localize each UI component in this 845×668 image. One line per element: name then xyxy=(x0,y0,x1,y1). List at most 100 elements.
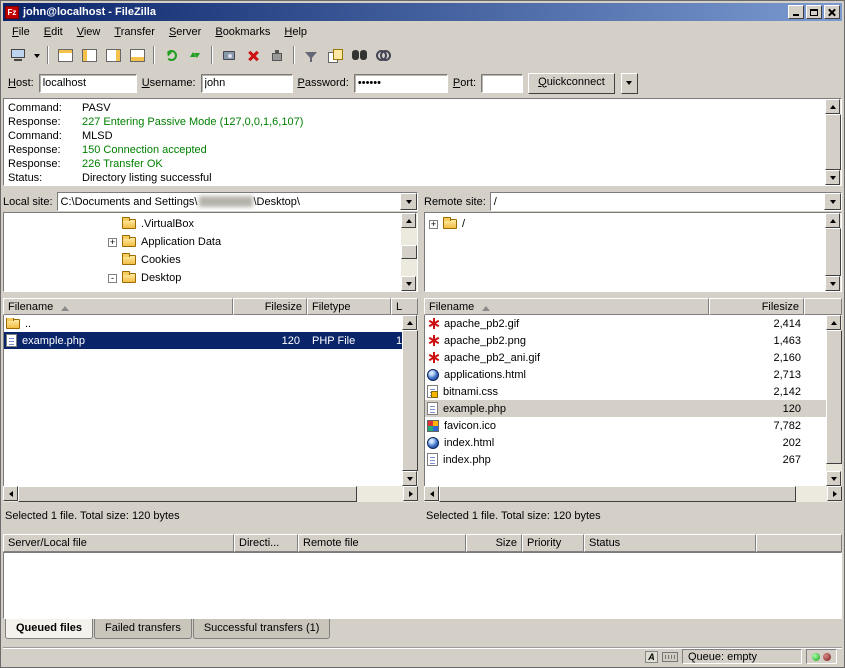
list-item-selected[interactable]: example.php 120 PHP File 1 xyxy=(4,332,402,349)
list-item[interactable]: index.html202 xyxy=(425,434,826,451)
scroll-left-button[interactable] xyxy=(3,486,18,501)
tree-item[interactable]: -Desktop xyxy=(4,269,401,287)
local-horizontal-scrollbar[interactable] xyxy=(3,486,418,502)
toggle-queue-button[interactable] xyxy=(125,44,149,66)
column-filesize[interactable]: Filesize xyxy=(709,298,804,315)
directory-compare-button[interactable] xyxy=(323,44,347,66)
menu-bookmarks[interactable]: Bookmarks xyxy=(208,23,277,41)
scroll-left-button[interactable] xyxy=(424,486,439,501)
tree-item[interactable]: .VirtualBox xyxy=(4,215,401,233)
scroll-track[interactable] xyxy=(439,486,827,502)
toggle-local-tree-button[interactable] xyxy=(77,44,101,66)
scroll-thumb[interactable] xyxy=(825,228,841,276)
list-item[interactable]: favicon.ico7,782 xyxy=(425,417,826,434)
local-site-dropdown[interactable] xyxy=(400,193,417,210)
menu-edit[interactable]: Edit xyxy=(37,23,70,41)
toggle-remote-tree-button[interactable] xyxy=(101,44,125,66)
column-filename[interactable]: Filename xyxy=(3,298,233,315)
column-filetype[interactable]: Filetype xyxy=(307,298,391,315)
scroll-down-button[interactable] xyxy=(402,471,417,486)
reconnect-button[interactable] xyxy=(183,44,207,66)
menu-view[interactable]: View xyxy=(70,23,108,41)
scroll-down-button[interactable] xyxy=(826,471,841,486)
port-input[interactable] xyxy=(481,74,523,93)
remote-site-combo[interactable]: / xyxy=(490,192,842,211)
tab-queued-files[interactable]: Queued files xyxy=(5,619,93,639)
tree-item[interactable]: +/ xyxy=(425,215,825,233)
column-remote-file[interactable]: Remote file xyxy=(298,534,466,552)
column-status[interactable]: Status xyxy=(584,534,756,552)
scroll-up-button[interactable] xyxy=(825,99,840,114)
site-manager-button[interactable] xyxy=(6,44,30,66)
column-priority[interactable]: Priority xyxy=(522,534,584,552)
disconnect-button[interactable] xyxy=(265,44,289,66)
expand-icon[interactable]: + xyxy=(108,238,117,247)
queue-list[interactable] xyxy=(3,552,842,619)
list-item[interactable]: .. xyxy=(4,315,402,332)
remote-list-scrollbar[interactable] xyxy=(826,315,842,486)
remote-site-dropdown[interactable] xyxy=(824,193,841,210)
scroll-thumb[interactable] xyxy=(401,245,417,259)
remote-tree-scrollbar[interactable] xyxy=(825,213,841,291)
scroll-track[interactable] xyxy=(401,228,417,276)
close-button[interactable] xyxy=(824,5,840,19)
scroll-right-button[interactable] xyxy=(403,486,418,501)
maximize-button[interactable] xyxy=(806,5,822,19)
titlebar[interactable]: Fz john@localhost - FileZilla xyxy=(3,3,842,21)
list-item[interactable]: apache_pb2.gif2,414 xyxy=(425,315,826,332)
scroll-thumb[interactable] xyxy=(825,114,841,170)
log-vertical-scrollbar[interactable] xyxy=(825,99,841,185)
scroll-up-button[interactable] xyxy=(825,213,840,228)
list-item[interactable]: applications.html2,713 xyxy=(425,366,826,383)
tab-successful-transfers[interactable]: Successful transfers (1) xyxy=(193,619,331,639)
collapse-icon[interactable]: - xyxy=(108,274,117,283)
refresh-button[interactable] xyxy=(159,44,183,66)
list-item-selected[interactable]: example.php120 xyxy=(425,400,826,417)
column-filesize[interactable]: Filesize xyxy=(233,298,307,315)
menu-server[interactable]: Server xyxy=(162,23,208,41)
site-manager-dropdown[interactable] xyxy=(30,44,43,66)
menu-transfer[interactable]: Transfer xyxy=(107,23,162,41)
username-input[interactable] xyxy=(201,74,293,93)
sync-browsing-button[interactable] xyxy=(371,44,395,66)
scroll-right-button[interactable] xyxy=(827,486,842,501)
filter-button[interactable] xyxy=(299,44,323,66)
datatype-indicator-icon[interactable] xyxy=(645,651,658,663)
expand-icon[interactable]: + xyxy=(429,220,438,229)
scroll-up-button[interactable] xyxy=(402,315,417,330)
scroll-up-button[interactable] xyxy=(826,315,841,330)
list-item[interactable]: apache_pb2.png1,463 xyxy=(425,332,826,349)
quickconnect-button[interactable]: Quickconnect xyxy=(528,73,615,94)
scroll-track[interactable] xyxy=(825,114,841,170)
list-item[interactable]: bitnami.css2,142 xyxy=(425,383,826,400)
scroll-thumb[interactable] xyxy=(18,486,357,502)
password-input[interactable] xyxy=(354,74,448,93)
scroll-track[interactable] xyxy=(826,330,842,471)
scroll-down-button[interactable] xyxy=(401,276,416,291)
column-direction[interactable]: Directi... xyxy=(234,534,298,552)
quickconnect-dropdown[interactable] xyxy=(621,73,638,94)
column-server-local-file[interactable]: Server/Local file xyxy=(3,534,234,552)
menu-file[interactable]: File xyxy=(5,23,37,41)
host-input[interactable] xyxy=(39,74,137,93)
scroll-down-button[interactable] xyxy=(825,170,840,185)
scroll-up-button[interactable] xyxy=(401,213,416,228)
column-filename[interactable]: Filename xyxy=(424,298,709,315)
tab-failed-transfers[interactable]: Failed transfers xyxy=(94,619,192,639)
tree-item[interactable]: Cookies xyxy=(4,251,401,269)
keyboard-icon[interactable] xyxy=(662,652,678,662)
scroll-thumb[interactable] xyxy=(439,486,796,502)
list-item[interactable]: apache_pb2_ani.gif2,160 xyxy=(425,349,826,366)
scroll-track[interactable] xyxy=(18,486,403,502)
minimize-button[interactable] xyxy=(788,5,804,19)
menu-help[interactable]: Help xyxy=(277,23,314,41)
local-tree-scrollbar[interactable] xyxy=(401,213,417,291)
list-item[interactable]: index.php267 xyxy=(425,451,826,468)
column-size[interactable]: Size xyxy=(466,534,522,552)
scroll-track[interactable] xyxy=(402,330,418,471)
column-last-modified[interactable]: L xyxy=(391,298,418,315)
scroll-track[interactable] xyxy=(825,228,841,276)
remote-horizontal-scrollbar[interactable] xyxy=(424,486,842,502)
scroll-thumb[interactable] xyxy=(402,330,418,471)
tree-item[interactable]: +Application Data xyxy=(4,233,401,251)
